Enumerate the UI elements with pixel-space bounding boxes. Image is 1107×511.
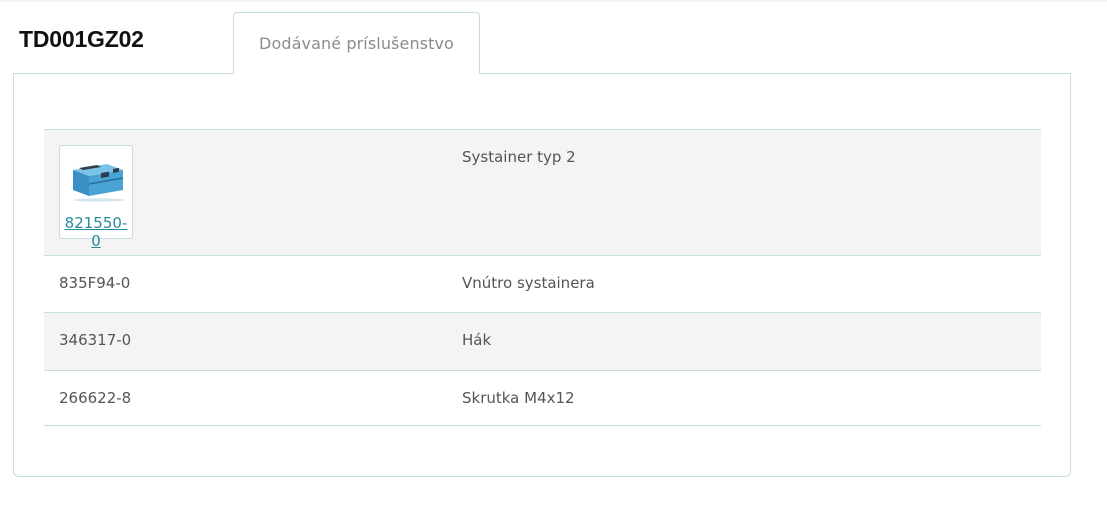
systainer-case-icon bbox=[73, 164, 125, 202]
accessory-code: 266622-8 bbox=[59, 389, 132, 407]
accessory-description: Hák bbox=[462, 331, 492, 349]
accessory-description: Vnútro systainera bbox=[462, 274, 595, 292]
accessory-code-link[interactable]: 821550-0 bbox=[60, 214, 132, 250]
tab-accessories-label: Dodávané príslušenstvo bbox=[259, 34, 454, 53]
tab-accessories[interactable]: Dodávané príslušenstvo bbox=[233, 12, 480, 74]
accessory-code: 346317-0 bbox=[59, 331, 132, 349]
accessory-image-card[interactable]: 821550-0 bbox=[59, 145, 133, 250]
accessory-description: Systainer typ 2 bbox=[462, 148, 576, 166]
page: TD001GZ02 Dodávané príslušenstvo 821550-… bbox=[0, 0, 1107, 511]
accessory-code: 835F94-0 bbox=[59, 274, 131, 292]
table-row: 346317-0 Hák bbox=[44, 313, 1041, 371]
product-code-title: TD001GZ02 bbox=[19, 26, 144, 52]
table-row: 835F94-0 Vnútro systainera bbox=[44, 256, 1041, 313]
table-row: 821550-0 Systainer typ 2 bbox=[44, 130, 1041, 256]
accessory-description: Skrutka M4x12 bbox=[462, 389, 575, 407]
accessories-table: 821550-0 Systainer typ 2 835F94-0 Vnútro… bbox=[44, 129, 1041, 426]
table-row: 266622-8 Skrutka M4x12 bbox=[44, 371, 1041, 426]
top-divider bbox=[0, 0, 1107, 2]
